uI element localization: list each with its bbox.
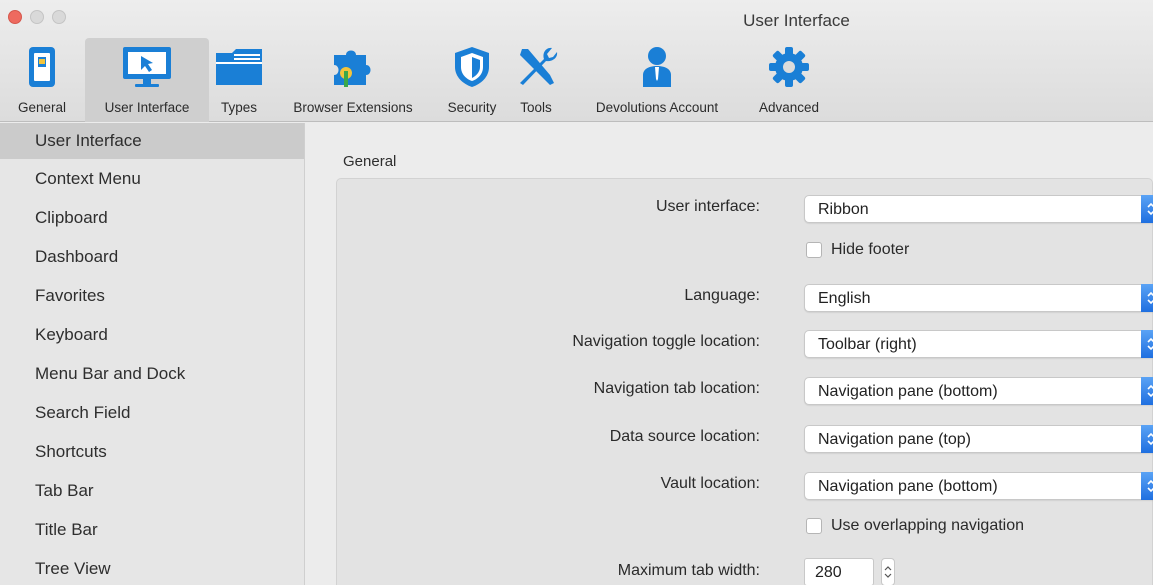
toolbar-advanced[interactable]: Advanced xyxy=(744,38,834,122)
person-icon xyxy=(640,42,674,92)
sidebar-item-keyboard[interactable]: Keyboard xyxy=(0,315,304,354)
sidebar-item-shortcuts[interactable]: Shortcuts xyxy=(0,432,304,471)
user-interface-label: User interface: xyxy=(655,198,760,215)
phone-switch-icon xyxy=(27,42,57,92)
max-tab-width-input[interactable]: 280 xyxy=(804,558,874,585)
language-label: Language: xyxy=(684,287,760,304)
title-bar: User Interface General User Interface Ty… xyxy=(0,0,1153,122)
chevron-up-down-icon xyxy=(1141,195,1153,223)
toolbar-devolutions-account[interactable]: Devolutions Account xyxy=(574,38,740,122)
max-tab-width-stepper[interactable] xyxy=(881,558,895,585)
overlapping-nav-label: Use overlapping navigation xyxy=(831,517,1025,534)
chevron-up-down-icon xyxy=(1141,472,1153,500)
user-interface-select[interactable]: Ribbon xyxy=(804,195,1153,223)
stepper-arrows-icon xyxy=(884,566,892,578)
settings-content: General User interface: Ribbon Hide foot… xyxy=(306,123,1153,585)
data-source-label: Data source location: xyxy=(609,428,760,445)
toolbar-browser-extensions[interactable]: Browser Extensions xyxy=(270,38,436,122)
overlapping-nav-row[interactable]: Use overlapping navigation xyxy=(806,517,1024,535)
overlapping-nav-checkbox[interactable] xyxy=(806,518,822,534)
nav-toggle-label: Navigation toggle location: xyxy=(572,333,760,350)
sidebar-item-dashboard[interactable]: Dashboard xyxy=(0,237,304,276)
toolbar-user-interface[interactable]: User Interface xyxy=(85,38,209,122)
chevron-up-down-icon xyxy=(1141,330,1153,358)
window-title: User Interface xyxy=(743,11,850,30)
general-group-box: User interface: Ribbon Hide footer Langu… xyxy=(336,178,1153,585)
nav-tab-select[interactable]: Navigation pane (bottom) xyxy=(804,377,1153,405)
vault-select[interactable]: Navigation pane (bottom) xyxy=(804,472,1153,500)
toolbar-types[interactable]: Types xyxy=(210,38,268,122)
sidebar-item-clipboard[interactable]: Clipboard xyxy=(0,198,304,237)
chevron-up-down-icon xyxy=(1141,284,1153,312)
settings-sidebar: User Interface Context Menu Clipboard Da… xyxy=(0,123,305,585)
language-select[interactable]: English xyxy=(804,284,1153,312)
sidebar-item-title-bar[interactable]: Title Bar xyxy=(0,510,304,549)
sidebar-item-tab-bar[interactable]: Tab Bar xyxy=(0,471,304,510)
chevron-up-down-icon xyxy=(1141,425,1153,453)
sidebar-item-user-interface[interactable]: User Interface xyxy=(0,123,304,159)
hide-footer-checkbox[interactable] xyxy=(806,242,822,258)
sidebar-item-menu-bar-and-dock[interactable]: Menu Bar and Dock xyxy=(0,354,304,393)
data-source-select[interactable]: Navigation pane (top) xyxy=(804,425,1153,453)
shield-icon xyxy=(452,42,492,92)
gear-icon xyxy=(767,42,811,92)
chevron-up-down-icon xyxy=(1141,377,1153,405)
sidebar-item-tree-view[interactable]: Tree View xyxy=(0,549,304,585)
max-tab-width-label: Maximum tab width: xyxy=(617,562,760,579)
nav-toggle-select[interactable]: Toolbar (right) xyxy=(804,330,1153,358)
wrench-screwdriver-icon xyxy=(514,42,558,92)
toolbar-tools[interactable]: Tools xyxy=(508,38,564,122)
monitor-cursor-icon xyxy=(119,42,175,92)
puzzle-piece-icon xyxy=(326,42,380,92)
hide-footer-row[interactable]: Hide footer xyxy=(806,241,909,259)
group-title: General xyxy=(343,153,397,170)
hide-footer-label: Hide footer xyxy=(831,241,910,258)
folder-icon xyxy=(214,42,264,92)
preferences-window: User Interface General User Interface Ty… xyxy=(0,0,1153,585)
sidebar-item-search-field[interactable]: Search Field xyxy=(0,393,304,432)
nav-tab-label: Navigation tab location: xyxy=(593,380,760,397)
sidebar-item-favorites[interactable]: Favorites xyxy=(0,276,304,315)
toolbar-general[interactable]: General xyxy=(0,38,84,122)
sidebar-item-context-menu[interactable]: Context Menu xyxy=(0,159,304,198)
toolbar-security[interactable]: Security xyxy=(438,38,506,122)
vault-label: Vault location: xyxy=(660,475,760,492)
